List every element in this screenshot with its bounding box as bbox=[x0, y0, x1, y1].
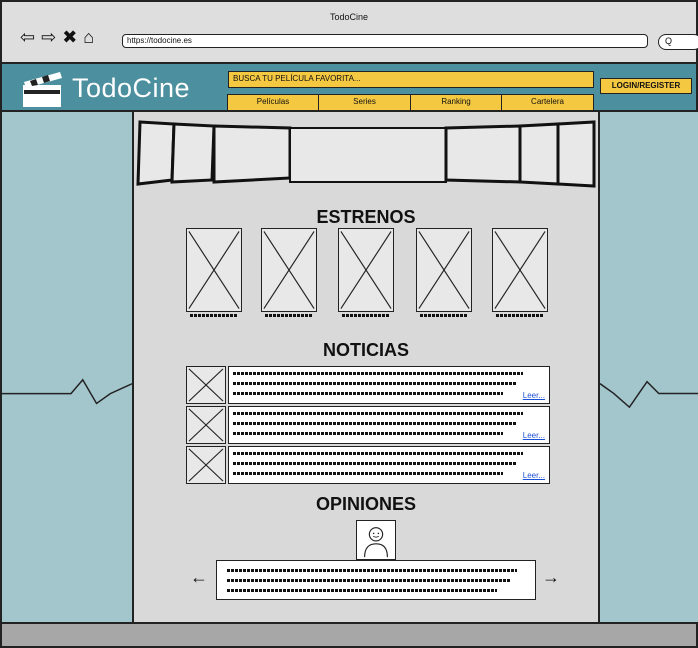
browser-search-glyph: Q bbox=[665, 36, 673, 46]
image-placeholder-icon bbox=[263, 231, 315, 309]
text-placeholder-line bbox=[233, 462, 517, 465]
image-placeholder-icon bbox=[418, 231, 470, 309]
text-placeholder-line bbox=[233, 382, 517, 385]
news-thumbnail[interactable] bbox=[186, 446, 226, 484]
poster-caption bbox=[496, 314, 544, 317]
opiniones-heading: OPINIONES bbox=[315, 494, 417, 514]
news-summary-box: Leer... bbox=[228, 366, 550, 404]
arrow-left-icon[interactable]: ← bbox=[190, 568, 208, 586]
estrenos-heading: ESTRENOS bbox=[316, 207, 416, 227]
movie-poster[interactable] bbox=[492, 228, 548, 312]
nav-item-ranking[interactable]: Ranking bbox=[409, 94, 503, 111]
opinion-card bbox=[216, 560, 536, 600]
filmstrip-banner bbox=[136, 120, 596, 188]
right-side-panel bbox=[598, 112, 698, 622]
movie-poster[interactable] bbox=[416, 228, 472, 312]
back-arrow-icon[interactable]: ⇦ bbox=[20, 28, 35, 46]
brand-logo-text[interactable]: TodoCine bbox=[72, 73, 190, 104]
poster-caption bbox=[420, 314, 468, 317]
news-thumbnail[interactable] bbox=[186, 406, 226, 444]
read-more-link[interactable]: Leer... bbox=[523, 391, 545, 400]
news-thumbnail[interactable] bbox=[186, 366, 226, 404]
movie-search-input[interactable]: BUSCA TU PELÍCULA FAVORITA... bbox=[228, 71, 594, 88]
browser-nav-icons: ⇦ ⇨ ✖ ⌂ bbox=[20, 28, 94, 46]
news-item: Leer... bbox=[186, 406, 550, 444]
text-placeholder-line bbox=[227, 569, 517, 572]
image-placeholder-icon bbox=[188, 368, 224, 402]
text-placeholder-line bbox=[227, 589, 497, 592]
image-placeholder-icon bbox=[340, 231, 392, 309]
heartbeat-line-decoration bbox=[2, 378, 132, 405]
text-placeholder-line bbox=[227, 579, 511, 582]
text-placeholder-line bbox=[233, 452, 523, 455]
browser-titlebar: TodoCine ⇦ ⇨ ✖ ⌂ https://todocine.es Q bbox=[2, 2, 698, 64]
site-footer bbox=[2, 622, 696, 646]
read-more-link[interactable]: Leer... bbox=[523, 431, 545, 440]
site-header: TodoCine BUSCA TU PELÍCULA FAVORITA... P… bbox=[2, 64, 696, 112]
text-placeholder-line bbox=[233, 432, 503, 435]
main-nav: Películas Series Ranking Cartelera bbox=[226, 94, 594, 111]
clapperboard-icon bbox=[23, 72, 62, 107]
text-placeholder-line bbox=[233, 412, 523, 415]
main-content: ESTRENOS NOTICIAS Leer... Leer... Leer..… bbox=[134, 112, 598, 622]
browser-search-pill[interactable]: Q bbox=[658, 34, 698, 50]
left-side-panel bbox=[2, 112, 134, 622]
user-icon bbox=[364, 527, 388, 558]
login-register-button[interactable]: LOGIN/REGISTER bbox=[600, 78, 692, 94]
nav-item-peliculas[interactable]: Películas bbox=[226, 94, 320, 111]
image-placeholder-icon bbox=[494, 231, 546, 309]
news-item: Leer... bbox=[186, 446, 550, 484]
image-placeholder-icon bbox=[188, 408, 224, 442]
browser-window: TodoCine ⇦ ⇨ ✖ ⌂ https://todocine.es Q T… bbox=[0, 0, 698, 648]
noticias-heading: NOTICIAS bbox=[322, 340, 409, 360]
estrenos-poster-row bbox=[186, 228, 550, 318]
news-summary-box: Leer... bbox=[228, 446, 550, 484]
heartbeat-line-decoration bbox=[600, 380, 698, 409]
poster-caption bbox=[190, 314, 238, 317]
image-placeholder-icon bbox=[188, 231, 240, 309]
poster-caption bbox=[265, 314, 313, 317]
news-summary-box: Leer... bbox=[228, 406, 550, 444]
close-x-icon[interactable]: ✖ bbox=[62, 28, 77, 46]
nav-item-series[interactable]: Series bbox=[318, 94, 411, 111]
arrow-right-icon[interactable]: → bbox=[542, 568, 560, 586]
read-more-link[interactable]: Leer... bbox=[523, 471, 545, 480]
text-placeholder-line bbox=[233, 422, 517, 425]
poster-caption bbox=[342, 314, 390, 317]
image-placeholder-icon bbox=[188, 448, 224, 482]
avatar bbox=[356, 520, 396, 560]
movie-poster[interactable] bbox=[338, 228, 394, 312]
url-bar[interactable]: https://todocine.es bbox=[122, 34, 648, 48]
movie-poster[interactable] bbox=[186, 228, 242, 312]
window-title: TodoCine bbox=[329, 12, 369, 22]
movie-poster[interactable] bbox=[261, 228, 317, 312]
text-placeholder-line bbox=[233, 372, 523, 375]
home-icon[interactable]: ⌂ bbox=[83, 28, 94, 46]
text-placeholder-line bbox=[233, 392, 503, 395]
news-item: Leer... bbox=[186, 366, 550, 404]
nav-item-cartelera[interactable]: Cartelera bbox=[501, 94, 594, 111]
forward-arrow-icon[interactable]: ⇨ bbox=[41, 28, 56, 46]
text-placeholder-line bbox=[233, 472, 503, 475]
news-list: Leer... Leer... Leer... bbox=[186, 366, 550, 486]
